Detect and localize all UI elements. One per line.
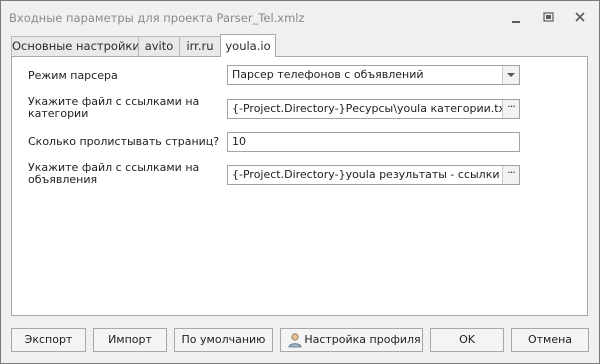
categories-file-label: Укажите файл с ссылками на категории: [28, 95, 200, 120]
profile-settings-label: Настройка профиля: [304, 333, 421, 346]
pages-count-value: 10: [232, 135, 246, 148]
user-profile-icon: [288, 333, 302, 348]
ads-file-label: Укажите файл с ссылками на объявления: [28, 161, 200, 186]
window-title: Входные параметры для проекта Parser_Tel…: [9, 11, 305, 25]
browse-categories-button[interactable]: ···: [502, 100, 519, 118]
restore-icon: [543, 12, 554, 22]
tab-avito[interactable]: avito: [138, 36, 180, 56]
minimize-button[interactable]: [505, 7, 527, 27]
tab-youla[interactable]: youla.io: [220, 34, 276, 57]
pages-count-label: Сколько пролистывать страниц?: [28, 135, 220, 148]
tab-panel: Режим парсера Парсер телефонов с объявле…: [11, 56, 588, 316]
categories-file-input[interactable]: {-Project.Directory-}Ресурсы\youla катег…: [227, 99, 520, 119]
import-button[interactable]: Импорт: [93, 328, 167, 352]
browse-ads-button[interactable]: ···: [502, 166, 519, 184]
chevron-down-icon[interactable]: [502, 66, 519, 84]
ads-file-value: {-Project.Directory-}youla результаты - …: [232, 168, 520, 181]
export-button[interactable]: Экспорт: [11, 328, 86, 352]
dialog-window: Входные параметры для проекта Parser_Tel…: [0, 0, 600, 364]
minimize-icon: [512, 21, 520, 23]
parser-mode-label: Режим парсера: [28, 69, 118, 82]
pages-count-input[interactable]: 10: [227, 132, 520, 152]
ok-button[interactable]: OK: [430, 328, 504, 352]
ads-file-input[interactable]: {-Project.Directory-}youla результаты - …: [227, 165, 520, 185]
close-icon: [575, 12, 585, 22]
close-button[interactable]: [569, 7, 591, 27]
parser-mode-value: Парсер телефонов с объявлений: [232, 68, 424, 81]
tab-irr[interactable]: irr.ru: [179, 36, 221, 56]
default-button[interactable]: По умолчанию: [174, 328, 273, 352]
tab-main-settings[interactable]: Основные настройки: [11, 36, 140, 56]
parser-mode-select[interactable]: Парсер телефонов с объявлений: [227, 65, 520, 85]
title-bar: Входные параметры для проекта Parser_Tel…: [1, 1, 599, 33]
cancel-button[interactable]: Отмена: [511, 328, 589, 352]
restore-button[interactable]: [537, 7, 559, 27]
profile-settings-button[interactable]: Настройка профиля: [280, 328, 423, 352]
categories-file-value: {-Project.Directory-}Ресурсы\youla катег…: [232, 102, 510, 115]
